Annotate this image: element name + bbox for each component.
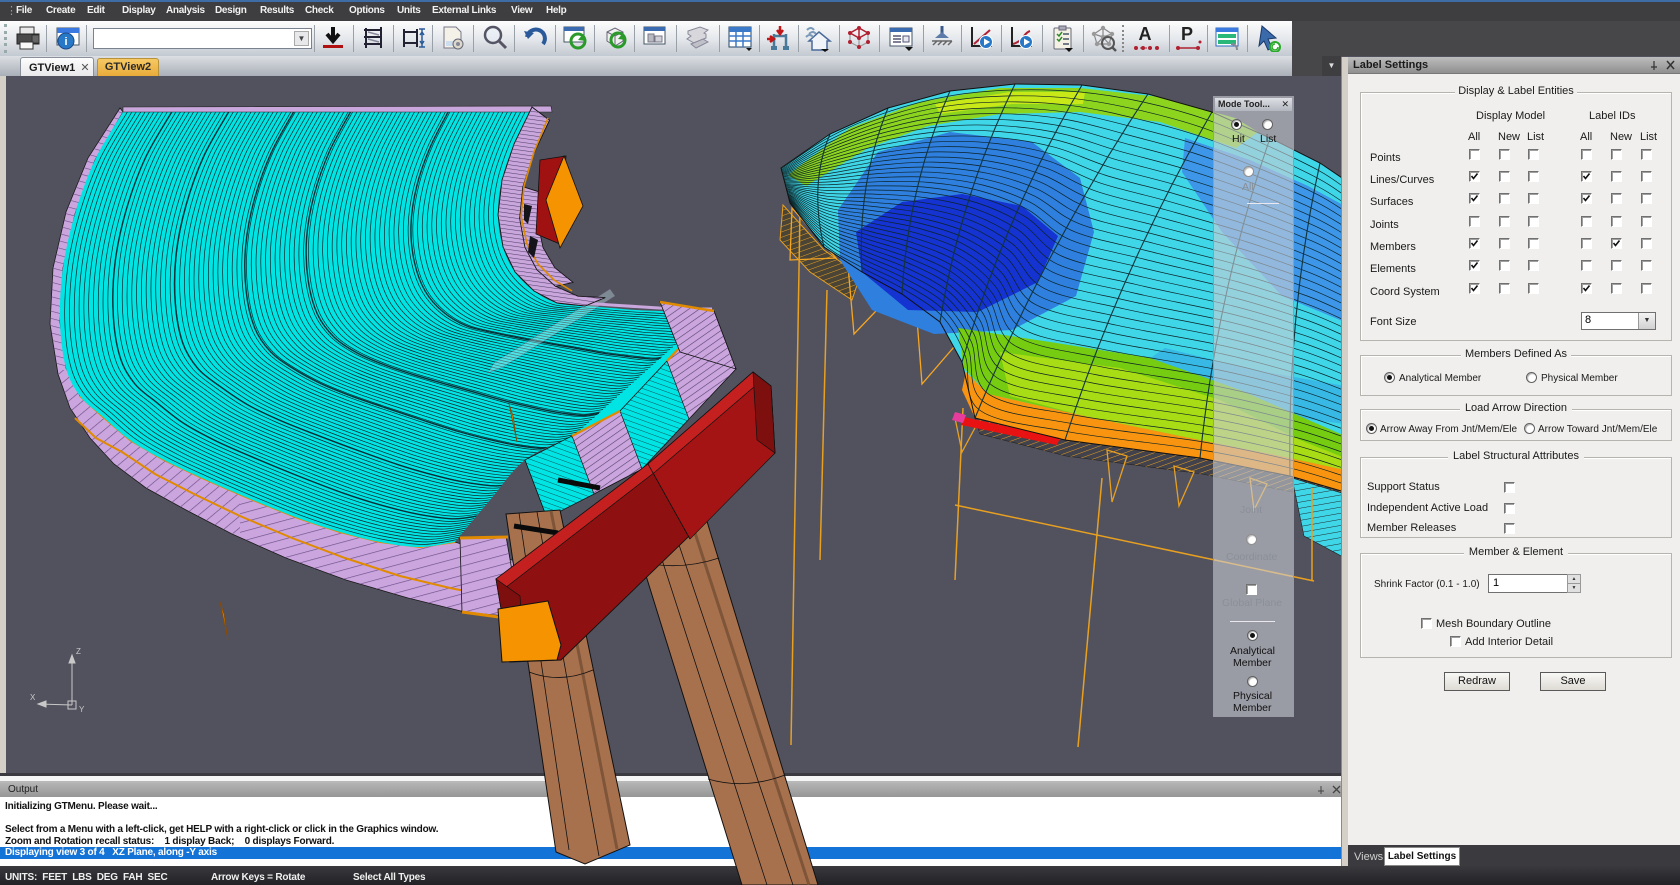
svg-text:X: X — [30, 693, 36, 702]
svg-text:A: A — [1139, 24, 1152, 44]
svg-text:Y: Y — [79, 705, 85, 714]
svg-text:i: i — [64, 36, 67, 48]
svg-text:Z: Z — [76, 647, 81, 656]
svg-text:P: P — [1181, 24, 1193, 44]
